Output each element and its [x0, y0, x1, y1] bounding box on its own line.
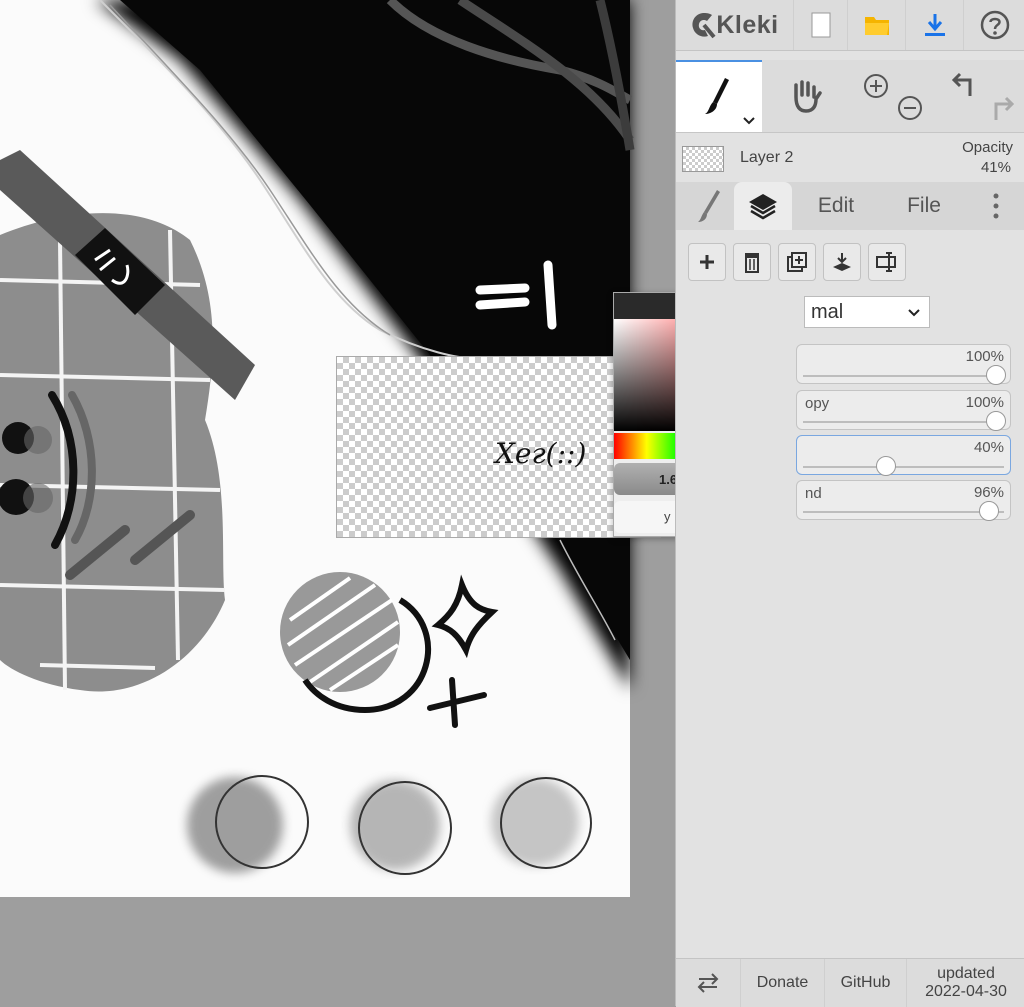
logo-text: Kleki	[716, 10, 779, 39]
more-menu-button[interactable]	[976, 182, 1016, 230]
slider-track	[803, 466, 1004, 468]
slider-track	[803, 421, 1004, 423]
tool-row	[676, 60, 1024, 133]
panel-tabs: Edit File	[676, 182, 1024, 230]
redo-icon[interactable]	[986, 94, 1016, 124]
slider-knob[interactable]	[986, 411, 1006, 431]
zoom-buttons	[848, 60, 934, 132]
zoom-in-icon[interactable]	[862, 72, 890, 100]
layer-opacity-value: 41%	[980, 159, 1011, 176]
slider-value: 100%	[965, 348, 1004, 365]
add-layer-button[interactable]	[688, 243, 726, 281]
download-icon	[924, 14, 945, 36]
delete-layer-icon	[745, 253, 759, 273]
slider-knob[interactable]	[978, 501, 999, 521]
hand-tool-button[interactable]	[762, 60, 848, 132]
layer-opacity-label: Opacity	[962, 139, 1013, 156]
brush-tool-button[interactable]	[676, 60, 762, 132]
merge-layer-button[interactable]	[823, 243, 861, 281]
swap-icon	[697, 973, 719, 993]
updated-info[interactable]: updated 2022-04-30	[907, 959, 1024, 1007]
rename-layer-button[interactable]	[868, 243, 906, 281]
undo-redo-buttons	[934, 60, 1024, 132]
logo-button[interactable]: Kleki	[676, 0, 794, 50]
duplicate-layer-icon	[787, 252, 807, 272]
slider-3[interactable]: 40%	[796, 435, 1011, 476]
slider-1[interactable]: 100%	[796, 344, 1011, 385]
swap-layout-button[interactable]	[676, 959, 741, 1007]
tab-edit[interactable]: Edit	[796, 182, 876, 230]
slider-label: nd	[805, 485, 822, 502]
updated-label: updated	[937, 965, 995, 982]
slider-knob[interactable]	[876, 456, 897, 476]
slider-track	[803, 375, 1004, 377]
sidebar: Kleki Layer 2 Opacity 41% Edit File mal …	[675, 0, 1024, 1007]
donate-link[interactable]: Donate	[741, 959, 825, 1007]
footer-bar: Donate GitHub updated 2022-04-30	[676, 958, 1024, 1007]
zoom-out-icon[interactable]	[896, 94, 924, 122]
slider-value: 96%	[973, 484, 1004, 501]
slider-label: opy	[805, 395, 830, 412]
duplicate-layer-button[interactable]	[778, 243, 816, 281]
hand-icon	[794, 80, 822, 113]
slider-track	[803, 511, 1004, 513]
download-button[interactable]	[906, 0, 964, 50]
rename-layer-icon	[876, 252, 896, 272]
blend-mode-select[interactable]: mal	[804, 296, 930, 328]
merge-layer-icon	[833, 253, 851, 271]
layer-name: Layer 2	[740, 149, 794, 166]
current-layer-info: Layer 2 Opacity 41%	[676, 133, 1024, 181]
tab-brush[interactable]	[684, 182, 734, 230]
preview-text: Xег(::)	[495, 437, 587, 470]
chevron-down-icon	[743, 117, 755, 125]
blend-mode-value: mal	[811, 300, 844, 323]
add-layer-icon	[700, 255, 714, 269]
updated-date: 2022-04-30	[925, 983, 1007, 1000]
more-vert-icon	[993, 193, 999, 219]
brush-icon	[705, 78, 729, 114]
layers-icon	[749, 194, 777, 220]
layer-thumbnail	[682, 146, 724, 172]
github-link[interactable]: GitHub	[825, 959, 907, 1007]
open-file-button[interactable]	[848, 0, 906, 50]
logo-icon	[692, 13, 716, 39]
delete-layer-button[interactable]	[733, 243, 771, 281]
slider-2[interactable]: opy 100%	[796, 390, 1011, 431]
slider-knob[interactable]	[986, 365, 1006, 385]
help-icon	[980, 10, 1009, 40]
new-file-icon	[811, 12, 830, 38]
tab-file[interactable]: File	[884, 182, 964, 230]
undo-icon[interactable]	[950, 70, 980, 100]
opacity-field-label: y	[664, 509, 671, 524]
slider-value: 40%	[973, 439, 1004, 456]
slider-value: 100%	[965, 394, 1004, 411]
slider-4[interactable]: nd 96%	[796, 480, 1011, 521]
open-folder-icon	[864, 17, 889, 35]
brush-icon	[698, 190, 720, 222]
help-button[interactable]	[964, 0, 1024, 50]
tab-layers[interactable]	[734, 182, 792, 230]
top-bar: Kleki	[676, 0, 1024, 51]
new-file-button[interactable]	[794, 0, 848, 50]
chevron-down-icon	[908, 309, 920, 317]
